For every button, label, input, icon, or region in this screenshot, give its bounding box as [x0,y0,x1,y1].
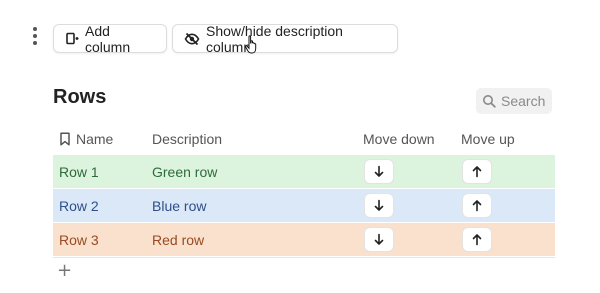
move-up-button[interactable] [462,227,492,252]
arrow-down-icon [374,199,384,211]
table-row[interactable]: Row 1 Green row [53,155,555,189]
toggle-description-label: Show/hide description column [206,22,343,55]
table-header: Name Description Move down Move up [53,122,555,155]
column-header-name-label: Name [76,130,114,147]
column-header-name[interactable]: Name [53,131,152,147]
bookmark-icon [60,131,70,146]
add-column-button[interactable]: Add column [53,22,167,55]
move-up-button[interactable] [462,193,492,218]
hand-pointer-icon [245,35,257,54]
column-header-move-down[interactable]: Move down [363,131,461,147]
column-header-description[interactable]: Description [152,131,363,147]
more-options-menu[interactable] [29,27,41,45]
column-header-move-up[interactable]: Move up [461,131,555,147]
arrow-up-icon [472,234,482,246]
row-description: Blue row [152,197,207,214]
arrow-down-icon [374,165,384,177]
arrow-up-icon [472,166,482,178]
move-down-button[interactable] [364,227,394,252]
toggle-description-column-button[interactable]: Show/hide description column [172,22,398,55]
eye-slash-icon [184,32,200,45]
row-name: Row 1 [59,163,99,180]
row-description: Green row [152,163,218,180]
rows-table: Name Description Move down Move up Row 1… [53,122,555,258]
row-description: Red row [152,231,205,248]
arrow-up-icon [472,200,482,212]
add-row-button[interactable]: + [57,262,72,280]
menu-dot [33,34,37,38]
row-name: Row 3 [59,231,99,248]
table-row[interactable]: Row 3 Red row [53,223,555,257]
page-title: Rows [53,86,107,108]
menu-dot [33,27,37,31]
menu-dot [33,41,37,45]
add-column-icon [66,32,79,45]
arrow-down-icon [374,233,384,245]
search-field[interactable]: Search [476,88,552,114]
row-name: Row 2 [59,197,99,214]
search-placeholder: Search [501,93,546,109]
search-icon [483,95,496,108]
move-down-button[interactable] [364,193,394,218]
add-column-label: Add column [85,22,131,55]
table-bottom-divider [53,257,555,258]
table-row[interactable]: Row 2 Blue row [53,189,555,223]
move-up-button[interactable] [462,159,492,184]
move-down-button[interactable] [364,159,394,184]
